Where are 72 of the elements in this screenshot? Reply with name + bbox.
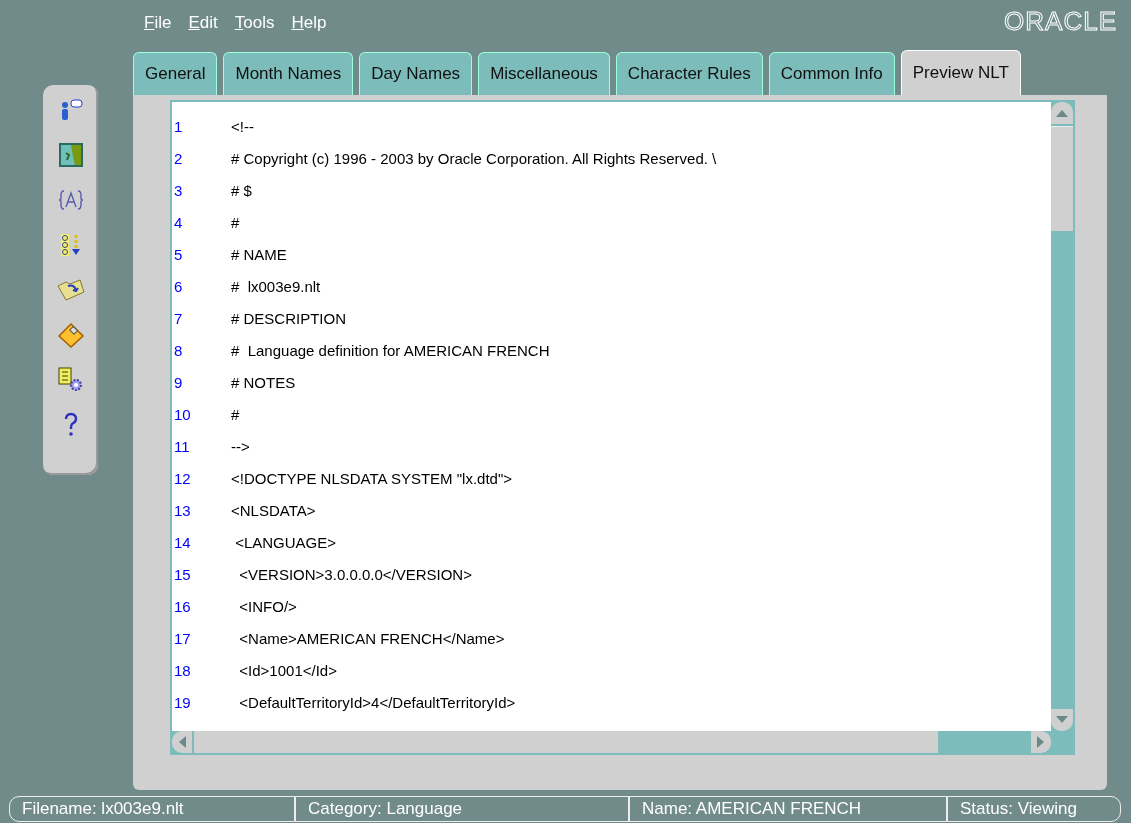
down-arrow-icon — [1056, 716, 1068, 724]
line-number: 5 — [173, 245, 184, 263]
line-number: 12 — [173, 469, 192, 487]
code-line: <INFO/> — [238, 597, 297, 615]
up-arrow-icon — [1056, 109, 1068, 117]
code-line: <VERSION>3.0.0.0.0</VERSION> — [238, 565, 472, 583]
code-line: # — [231, 213, 240, 231]
help-icon[interactable] — [62, 412, 79, 438]
code-line: <Name>AMERICAN FRENCH</Name> — [238, 629, 505, 647]
vertical-scrollbar[interactable] — [1051, 102, 1073, 731]
line-number: 18 — [173, 661, 192, 679]
status-field: Status: Viewing — [947, 796, 1121, 822]
code-line: <NLSDATA> — [231, 501, 316, 519]
status-field: Filename: lx003e9.nlt — [9, 796, 295, 822]
line-number: 14 — [173, 533, 192, 551]
horizontal-scrollbar[interactable] — [172, 731, 1051, 753]
line-number: 4 — [173, 213, 184, 231]
map-icon[interactable] — [58, 143, 83, 167]
line-number: 2 — [173, 149, 184, 167]
scroll-up-button[interactable] — [1051, 102, 1073, 124]
scroll-down-button[interactable] — [1051, 709, 1073, 731]
logo: ORACLE — [1004, 6, 1117, 37]
scroll-right-button[interactable] — [1031, 731, 1051, 753]
code-line: # Language definition for AMERICAN FRENCH — [231, 341, 550, 359]
tab[interactable]: General — [133, 52, 218, 95]
left-arrow-icon — [178, 736, 186, 748]
code-line: # Copyright (c) 1996 - 2003 by Oracle Corporation. All Rights Reserved. \ — [231, 149, 717, 167]
line-number: 15 — [173, 565, 192, 583]
line-number: 10 — [173, 405, 192, 423]
line-number: 19 — [173, 693, 192, 711]
tab[interactable]: Day Names — [359, 52, 473, 95]
code-line: <Id>1001</Id> — [238, 661, 337, 679]
menu-item[interactable]: Edit — [187, 12, 219, 33]
scrollbar-thumb[interactable] — [194, 731, 938, 753]
line-number: 16 — [173, 597, 192, 615]
line-number: 17 — [173, 629, 192, 647]
tab[interactable]: Common Info — [768, 52, 895, 95]
status-field: Category: Language — [295, 796, 629, 822]
tab[interactable]: Month Names — [223, 52, 354, 95]
code-line: --> — [231, 437, 250, 455]
code-line: # $ — [231, 181, 252, 199]
code-line: # NOTES — [231, 373, 296, 391]
tab[interactable]: Miscellaneous — [478, 52, 610, 95]
script-gear-icon[interactable] — [56, 367, 85, 393]
braces-icon[interactable] — [57, 189, 84, 211]
menu-item[interactable]: Help — [290, 12, 328, 33]
scrollbar-thumb[interactable] — [1051, 126, 1073, 231]
line-number: 11 — [173, 437, 191, 455]
scroll-left-button[interactable] — [172, 731, 192, 753]
right-arrow-icon — [1037, 736, 1045, 748]
menu-item[interactable]: File — [143, 12, 173, 33]
status-field: Name: AMERICAN FRENCH — [629, 796, 947, 822]
code-line: # DESCRIPTION — [231, 309, 347, 327]
line-number: 13 — [173, 501, 192, 519]
code-line: <!DOCTYPE NLSDATA SYSTEM "lx.dtd"> — [231, 469, 512, 487]
line-number: 7 — [173, 309, 184, 327]
sort-icon[interactable] — [59, 233, 82, 257]
menu-item[interactable]: Tools — [233, 12, 276, 33]
line-number: 6 — [173, 277, 184, 295]
line-number: 1 — [173, 117, 184, 135]
code-line: # — [231, 405, 240, 423]
tab[interactable]: Character Rules — [615, 52, 763, 95]
code-line: <LANGUAGE> — [234, 533, 337, 551]
folder-icon[interactable] — [55, 278, 86, 302]
code-line: # NAME — [231, 245, 287, 263]
line-number: 9 — [173, 373, 184, 391]
code-line: <!-- — [231, 117, 254, 135]
line-number: 8 — [173, 341, 184, 359]
tab[interactable]: Preview NLT — [900, 50, 1021, 95]
code-line: <DefaultTerritoryId>4</DefaultTerritoryId> — [238, 693, 516, 711]
code-line: # lx003e9.nlt — [231, 277, 321, 295]
line-number: 3 — [173, 181, 184, 199]
